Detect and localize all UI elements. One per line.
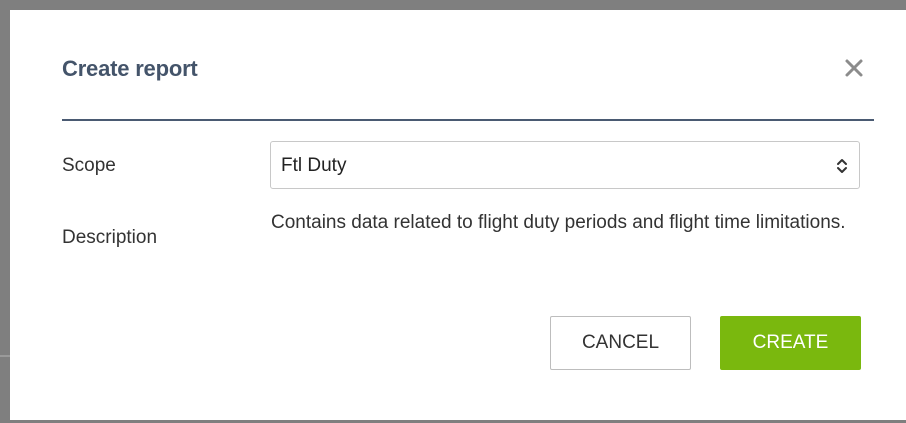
description-text: Contains data related to flight duty per… (271, 212, 846, 233)
close-button[interactable] (840, 54, 868, 82)
description-label: Description (62, 227, 158, 248)
dialog-title: Create report (62, 56, 198, 81)
create-button[interactable]: CREATE (720, 316, 861, 370)
cancel-button[interactable]: CANCEL (550, 316, 691, 370)
close-icon (845, 59, 863, 77)
updown-chevron-icon (837, 159, 847, 173)
dialog-header: Create report (62, 10, 874, 121)
scope-select[interactable]: Ftl Duty (270, 141, 860, 189)
create-report-dialog: Create report Scope Ftl Duty Description… (10, 10, 906, 420)
scope-label: Scope (62, 155, 116, 176)
scope-select-value: Ftl Duty (281, 155, 347, 176)
